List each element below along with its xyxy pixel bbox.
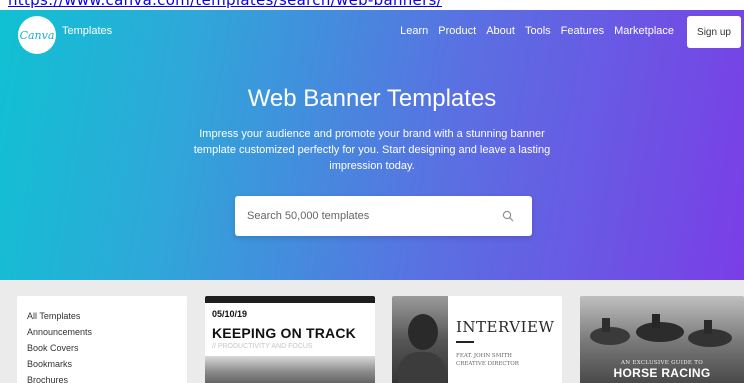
- sidebar-item-all-templates[interactable]: All Templates: [17, 308, 187, 324]
- page-title: Web Banner Templates: [247, 85, 497, 112]
- nav-product[interactable]: Product: [438, 25, 476, 37]
- top-nav: Learn Product About Tools Features Marke…: [400, 25, 674, 37]
- canva-logo[interactable]: Canva: [18, 16, 56, 54]
- hero-banner: Canva Templates Learn Product About Tool…: [0, 10, 744, 280]
- card-headline: KEEPING ON TRACK: [212, 325, 356, 341]
- sidebar-item-book-covers[interactable]: Book Covers: [17, 340, 187, 356]
- nav-features[interactable]: Features: [561, 25, 604, 37]
- template-card-interview[interactable]: INTERVIEW FEAT. JOHN SMITH CREATIVE DIRE…: [392, 296, 562, 383]
- sidebar-item-announcements[interactable]: Announcements: [17, 324, 187, 340]
- card-credit-line-1: FEAT. JOHN SMITH: [456, 353, 512, 359]
- city-skyline-image: [205, 356, 375, 383]
- card-credit: FEAT. JOHN SMITH CREATIVE DIRECTOR: [456, 352, 519, 368]
- nav-about[interactable]: About: [486, 25, 515, 37]
- category-sidebar: All Templates Announcements Book Covers …: [17, 296, 187, 383]
- card-subline: // PRODUCTIVITY AND FOCUS: [212, 343, 313, 350]
- card-headline: HORSE RACING: [613, 366, 711, 380]
- template-card-horse-racing[interactable]: AN EXCLUSIVE GUIDE TO HORSE RACING: [580, 296, 744, 383]
- search-box: [235, 196, 532, 236]
- sign-up-button[interactable]: Sign up: [687, 16, 741, 48]
- hero-subtitle: Impress your audience and promote your b…: [193, 128, 551, 172]
- card-date: 05/10/19: [212, 309, 248, 319]
- template-card-keeping-on-track[interactable]: 05/10/19 KEEPING ON TRACK // PRODUCTIVIT…: [205, 296, 375, 383]
- card-credit-line-2: CREATIVE DIRECTOR: [456, 361, 519, 367]
- card-divider: [456, 341, 474, 343]
- nav-marketplace[interactable]: Marketplace: [614, 25, 674, 37]
- sidebar-item-brochures[interactable]: Brochures: [17, 372, 187, 383]
- portrait-image: [392, 296, 448, 383]
- nav-tools[interactable]: Tools: [525, 25, 551, 37]
- card-top-bar: [205, 296, 375, 303]
- search-icon[interactable]: [498, 210, 518, 222]
- templates-section-label[interactable]: Templates: [62, 25, 112, 37]
- search-input[interactable]: [235, 196, 498, 236]
- portrait-shoulders-shape: [398, 352, 446, 383]
- search-icon-glyph: [502, 210, 514, 222]
- sidebar-item-bookmarks[interactable]: Bookmarks: [17, 356, 187, 372]
- nav-learn[interactable]: Learn: [400, 25, 428, 37]
- portrait-head-shape: [408, 314, 438, 350]
- card-title: INTERVIEW: [456, 318, 555, 336]
- address-link-strip: https://www.canva.com/templates/search/w…: [0, 0, 744, 10]
- page-url-link[interactable]: https://www.canva.com/templates/search/w…: [8, 0, 442, 9]
